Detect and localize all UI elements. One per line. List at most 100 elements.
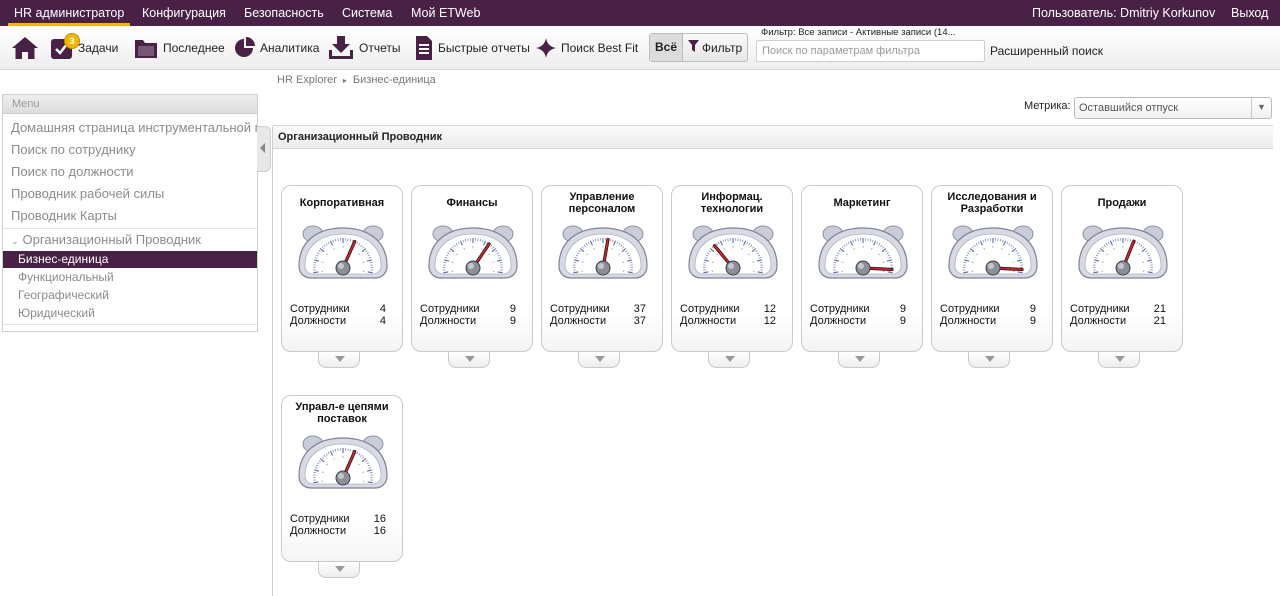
breadcrumb-separator-icon: ▸ [342,76,347,85]
gauge-icon [295,222,391,286]
menu-item-position-search[interactable]: Поиск по должности [11,164,133,179]
employees-count-value: 4 [379,303,386,315]
employees-count: Сотрудники 9 [420,303,516,315]
expand-it-button[interactable] [708,352,750,368]
employees-count: Сотрудники 4 [290,303,386,315]
download-tray-icon [327,35,355,61]
positions-count: Должности 9 [420,315,516,327]
org-card-title: Информац. технологии [700,191,764,215]
org-card-sales[interactable]: Продажи Сотрудники 21 Должности 21 [1061,185,1183,352]
top-nav: HR администратор Конфигурация Безопаснос… [0,0,1280,26]
panel-title: Организационный Проводник [273,125,1273,149]
menu-item-geographic[interactable]: Географический [18,288,109,302]
employees-count-value: 9 [899,303,906,315]
org-card-it[interactable]: Информац. технологии Сотрудники 12 Должност… [671,185,793,352]
nav-system[interactable]: Система [342,0,392,26]
nav-hr-admin[interactable]: HR администратор [7,0,131,26]
org-card-title: Управл-е цепями поставок [295,401,389,425]
org-card-title: Продажи [1097,197,1147,209]
org-card-hr[interactable]: Управление персоналом Сотрудники 37 Должнос… [541,185,663,352]
breadcrumb-hr-explorer[interactable]: HR Explorer [277,74,337,86]
chevron-down-icon: ⌄ [11,236,19,246]
employees-count: Сотрудники 21 [1070,303,1166,315]
reports-button[interactable]: Отчеты [327,34,400,62]
expand-corporate-button[interactable] [318,352,360,368]
logout-link[interactable]: Выход [1231,0,1268,26]
positions-count-label: Должности [290,315,347,327]
metric-value: Оставшийся отпуск [1079,102,1179,114]
menu-item-employee-search[interactable]: Поиск по сотруднику [11,142,136,157]
dropdown-arrow-icon: ▼ [1251,98,1271,118]
gauge-icon [945,222,1041,286]
filter-search-input[interactable] [756,40,985,62]
org-card-title: Корпоративная [299,197,385,209]
org-card-rnd[interactable]: Исследования и Разработки Сотрудники 9 Долж… [931,185,1053,352]
expand-marketing-button[interactable] [838,352,880,368]
gauge-icon [425,222,521,286]
menu-item-functional[interactable]: Функциональный [18,270,114,284]
expand-hr-button[interactable] [578,352,620,368]
tasks-badge: 3 [64,33,80,49]
analytics-button[interactable]: Аналитика [232,34,319,62]
sparkle-icon [535,37,557,59]
user-name: Пользователь: Dmitriy Korkunov [1032,6,1216,20]
positions-count-value: 9 [1029,315,1036,327]
positions-count-value: 21 [1153,315,1166,327]
org-card-title: Маркетинг [833,197,891,209]
quick-reports-label: Быстрые отчеты [438,41,530,55]
employees-count-label: Сотрудники [940,303,1000,315]
gauge-icon [685,222,781,286]
home-icon [10,35,40,61]
nav-my-etweb[interactable]: Мой ETWeb [411,0,480,26]
advanced-search-link[interactable]: Расширенный поиск [990,44,1103,58]
positions-count-label: Должности [810,315,867,327]
employees-count-label: Сотрудники [680,303,740,315]
menu-group-org-explorer[interactable]: ⌄ Организационный Проводник [3,228,257,250]
org-card-corporate[interactable]: Корпоративная Сотрудники 4 Должности 4 [281,185,403,352]
menu-item-business-unit[interactable]: Бизнес-единица [3,251,257,268]
tasks-button[interactable]: 3 Задачи [50,33,118,62]
analytics-label: Аналитика [260,41,320,55]
metric-label: Метрика: [1024,100,1071,112]
expand-supply-chain-button[interactable] [318,562,360,578]
quick-reports-button[interactable]: Быстрые отчеты [414,34,530,62]
home-button[interactable] [10,34,40,62]
expand-finance-button[interactable] [448,352,490,368]
org-card-title: Исследования и Разработки [947,191,1037,215]
funnel-icon [687,40,699,55]
employees-count: Сотрудники 37 [550,303,646,315]
gauge-icon [295,432,391,496]
positions-count-value: 9 [899,315,906,327]
employees-count-value: 9 [1029,303,1036,315]
menu-item-workforce-explorer[interactable]: Проводник рабочей силы [11,186,164,201]
menu-item-dashboard[interactable]: Домашняя страница инструментальной панел… [11,120,257,135]
side-menu: Домашняя страница инструментальной панел… [2,114,258,332]
org-card-finance[interactable]: Финансы Сотрудники 9 Должности 9 [411,185,533,352]
org-card-supply-chain[interactable]: Управл-е цепями поставок Сотрудники 16 Долж… [281,395,403,562]
nav-configuration[interactable]: Конфигурация [142,0,226,26]
positions-count: Должности 21 [1070,315,1166,327]
positions-count: Должности 16 [290,525,386,537]
folder-icon [134,36,159,60]
org-card-marketing[interactable]: Маркетинг Сотрудники 9 Должности 9 [801,185,923,352]
all-toggle[interactable]: Всё [650,34,683,61]
best-fit-button[interactable]: Поиск Best Fit [535,34,638,62]
recent-label: Последнее [163,41,225,55]
gauge-icon [815,222,911,286]
positions-count: Должности 9 [810,315,906,327]
menu-item-map-explorer[interactable]: Проводник Карты [11,208,117,223]
expand-sales-button[interactable] [1098,352,1140,368]
collapse-menu-button[interactable] [257,126,271,172]
expand-rnd-button[interactable] [968,352,1010,368]
metric-select[interactable]: Оставшийся отпуск ▼ [1074,97,1272,119]
filter-button[interactable]: Фильтр [683,34,747,61]
menu-item-legal[interactable]: Юридический [18,306,95,320]
nav-security[interactable]: Безопасность [244,0,324,26]
breadcrumb-business-unit: Бизнес-единица [352,74,436,86]
menu-divider [3,324,257,325]
best-fit-label: Поиск Best Fit [561,41,639,55]
recent-button[interactable]: Последнее [134,34,225,62]
positions-count-label: Должности [550,315,607,327]
toolbar: 3 Задачи Последнее Аналитика Отчеты Быст… [0,26,1280,70]
employees-count-value: 9 [509,303,516,315]
